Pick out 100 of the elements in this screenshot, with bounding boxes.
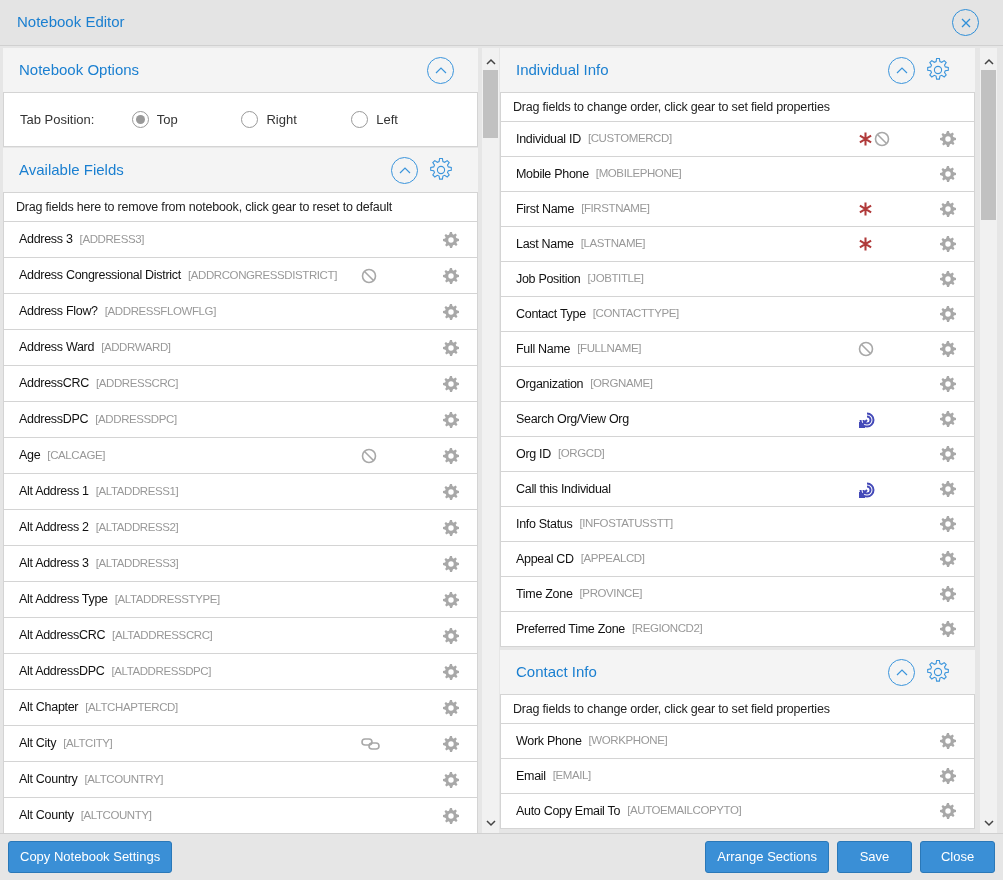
field-code: [ADDRESS3] — [79, 231, 144, 247]
field-row[interactable]: Organization [ORGNAME] — [501, 367, 974, 402]
field-row[interactable]: Time Zone [PROVINCE] — [501, 577, 974, 612]
field-label: Last Name — [516, 235, 574, 253]
radio-option[interactable]: Left — [351, 109, 461, 130]
field-row[interactable]: Alt AddressDPC [ALTADDRESSDPC] — [4, 654, 477, 690]
settings-icon[interactable] — [443, 375, 459, 392]
settings-icon[interactable] — [443, 303, 459, 320]
field-row[interactable]: First Name [FIRSTNAME] — [501, 192, 974, 227]
field-row[interactable]: Alt Address 3 [ALTADDRESS3] — [4, 546, 477, 582]
field-row[interactable]: Alt Chapter [ALTCHAPTERCD] — [4, 690, 477, 726]
field-row[interactable]: Address Congressional District [ADDRCONGRESSDISTRICT] — [4, 258, 477, 294]
field-row[interactable]: Search Org/View Org — [501, 402, 974, 437]
settings-icon[interactable] — [940, 166, 956, 182]
field-code: [JOBTITLE] — [587, 271, 644, 287]
radio-option[interactable]: Right — [241, 109, 352, 130]
field-row[interactable]: Mobile Phone [MOBILEPHONE] — [501, 157, 974, 192]
field-code: [ORGNAME] — [590, 376, 653, 392]
settings-icon[interactable] — [940, 341, 956, 357]
field-row[interactable]: Alt County [ALTCOUNTY] — [4, 798, 477, 833]
field-label: First Name — [516, 200, 575, 218]
field-row[interactable]: Work Phone [WORKPHONE] — [501, 724, 974, 759]
settings-icon[interactable] — [443, 339, 459, 356]
settings-icon[interactable] — [443, 231, 459, 248]
settings-icon[interactable] — [443, 555, 459, 572]
settings-icon[interactable] — [940, 306, 956, 322]
settings-icon[interactable] — [940, 411, 956, 427]
settings-icon[interactable] — [443, 807, 459, 824]
settings-icon[interactable] — [443, 663, 459, 680]
field-row[interactable]: Address 3 [ADDRESS3] — [4, 222, 477, 258]
field-label: Email — [516, 767, 546, 785]
field-row[interactable]: Age [CALCAGE] — [4, 438, 477, 474]
settings-icon[interactable] — [940, 201, 956, 217]
settings-icon[interactable] — [428, 157, 454, 183]
settings-icon[interactable] — [443, 267, 459, 284]
field-row[interactable]: Individual ID [CUSTOMERCD] — [501, 122, 974, 157]
field-label: Alt Address 1 — [19, 483, 89, 501]
field-label: Alt AddressDPC — [19, 663, 105, 681]
hint-text: Drag fields here to remove from notebook, click gear to reset to default — [3, 192, 478, 222]
settings-icon[interactable] — [443, 627, 459, 644]
settings-icon[interactable] — [940, 733, 956, 749]
radio-option[interactable]: Top — [131, 109, 242, 130]
settings-icon[interactable] — [925, 659, 951, 685]
settings-icon[interactable] — [940, 481, 956, 497]
field-row[interactable]: Contact Type [CONTACTTYPE] — [501, 297, 974, 332]
scrollbar[interactable] — [980, 48, 997, 833]
field-row[interactable]: Last Name [LASTNAME] — [501, 227, 974, 262]
settings-icon[interactable] — [443, 519, 459, 536]
field-code: [ALTADDRESSCRC] — [112, 627, 213, 643]
settings-icon[interactable] — [940, 516, 956, 532]
field-row[interactable]: Address Flow? [ADDRESSFLOWFLG] — [4, 294, 477, 330]
settings-icon[interactable] — [940, 271, 956, 287]
field-row[interactable]: Alt Address 2 [ALTADDRESS2] — [4, 510, 477, 546]
scrollbar[interactable] — [482, 48, 499, 833]
field-label: Work Phone — [516, 732, 582, 750]
settings-icon[interactable] — [940, 131, 956, 147]
field-code: [APPEALCD] — [580, 551, 645, 567]
field-row[interactable]: AddressDPC [ADDRESSDPC] — [4, 402, 477, 438]
field-row[interactable]: Address Ward [ADDRWARD] — [4, 330, 477, 366]
settings-icon[interactable] — [940, 586, 956, 602]
scrollbar-thumb[interactable] — [981, 70, 996, 220]
ban-icon — [858, 341, 874, 357]
settings-icon[interactable] — [443, 771, 459, 788]
settings-icon[interactable] — [443, 735, 459, 752]
field-row[interactable]: Full Name [FULLNAME] — [501, 332, 974, 367]
field-row[interactable]: Alt Address 1 [ALTADDRESS1] — [4, 474, 477, 510]
field-row[interactable]: Preferred Time Zone [REGIONCD2] — [501, 612, 974, 647]
settings-icon[interactable] — [443, 591, 459, 608]
field-row[interactable]: Alt Address Type [ALTADDRESSTYPE] — [4, 582, 477, 618]
field-row[interactable]: Alt AddressCRC [ALTADDRESSCRC] — [4, 618, 477, 654]
field-row[interactable]: Auto Copy Email To [AUTOEMAILCOPYTO] — [501, 794, 974, 829]
settings-icon[interactable] — [443, 447, 459, 464]
settings-icon[interactable] — [940, 376, 956, 392]
settings-icon[interactable] — [940, 551, 956, 567]
target-icon[interactable] — [858, 410, 875, 428]
settings-icon[interactable] — [443, 411, 459, 428]
settings-icon[interactable] — [443, 483, 459, 500]
settings-icon[interactable] — [940, 621, 956, 637]
section-title: Notebook Options — [19, 59, 141, 80]
field-row[interactable]: AddressCRC [ADDRESSCRC] — [4, 366, 477, 402]
field-label: Tab Position: — [20, 110, 96, 129]
field-row[interactable]: Appeal CD [APPEALCD] — [501, 542, 974, 577]
field-row[interactable]: Alt Country [ALTCOUNTRY] — [4, 762, 477, 798]
settings-icon[interactable] — [940, 236, 956, 252]
field-row[interactable]: Alt City [ALTCITY] — [4, 726, 477, 762]
field-row[interactable]: Org ID [ORGCD] — [501, 437, 974, 472]
scrollbar-thumb[interactable] — [483, 70, 498, 138]
settings-icon[interactable] — [940, 446, 956, 462]
settings-icon[interactable] — [940, 768, 956, 784]
target-icon[interactable] — [858, 480, 875, 498]
field-label: Alt AddressCRC — [19, 627, 106, 645]
field-row[interactable]: Job Position [JOBTITLE] — [501, 262, 974, 297]
field-row[interactable]: Call this Individual — [501, 472, 974, 507]
settings-icon[interactable] — [443, 699, 459, 716]
section-title: Individual Info — [516, 59, 610, 80]
field-row[interactable]: Info Status [INFOSTATUSSTT] — [501, 507, 974, 542]
field-row[interactable]: Email [EMAIL] — [501, 759, 974, 794]
settings-icon[interactable] — [940, 803, 956, 819]
field-label: AddressDPC — [19, 411, 89, 429]
settings-icon[interactable] — [925, 57, 951, 83]
